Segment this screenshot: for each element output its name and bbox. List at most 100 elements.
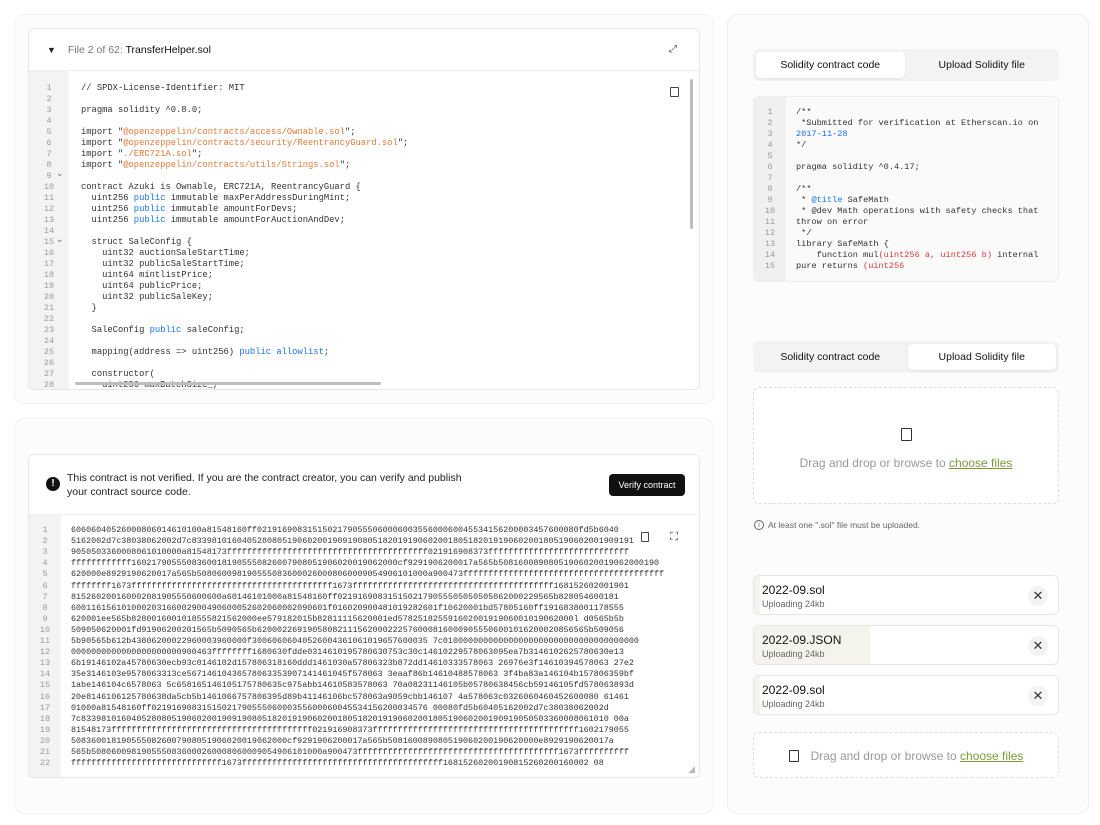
file-item: 2022-09.sol Uploading 24kb ✕ bbox=[753, 675, 1059, 715]
line-number: 18 bbox=[43, 270, 55, 280]
line-number: 26 bbox=[43, 358, 55, 368]
code-line: 01000a81548160ff021916908315150217905550… bbox=[71, 702, 609, 713]
remove-file-icon[interactable]: ✕ bbox=[1028, 686, 1048, 706]
line-number: 6 bbox=[42, 580, 48, 591]
code-line: uint64 mintlistPrice; bbox=[81, 270, 213, 280]
code-line: 6001161561010002031660029004906000526020… bbox=[71, 602, 624, 613]
line-number: 5 bbox=[42, 569, 48, 580]
vertical-scrollbar[interactable] bbox=[690, 79, 693, 229]
line-number: 19 bbox=[39, 724, 51, 735]
code-line: ffffffffffffffffffffffffffffff1673ffffff… bbox=[71, 758, 604, 769]
bytecode-area: 1 60606040526000806014610100a81548160ff02… bbox=[29, 515, 699, 777]
dropzone[interactable]: Drag and drop or browse to choose files bbox=[753, 387, 1059, 504]
code-line: import "@openzeppelin/contracts/security… bbox=[81, 138, 409, 148]
fold-chevron-icon[interactable]: ⌄ bbox=[56, 168, 64, 179]
resize-handle-icon[interactable]: ◢ bbox=[688, 764, 695, 775]
upload-file-icon bbox=[788, 750, 799, 762]
code-line: uint32 publicSaleStartTime; bbox=[81, 259, 245, 269]
code-line: 35e3146103e9578063313ce56714610436578063… bbox=[71, 669, 634, 680]
code-line: pragma solidity ^0.8.0; bbox=[81, 105, 203, 115]
tab-solidity-code[interactable]: Solidity contract code bbox=[756, 344, 905, 370]
line-number: 17 bbox=[43, 259, 55, 269]
line-number: 7 bbox=[767, 173, 773, 183]
line-number: 1 bbox=[42, 525, 48, 535]
code-line: 0000000000000000000000900463ffffffff1680… bbox=[71, 647, 624, 658]
tab-upload-file[interactable]: Upload Solidity file bbox=[908, 52, 1057, 78]
code-line: library SafeMath { bbox=[796, 239, 889, 249]
line-number: 1 bbox=[767, 107, 773, 117]
line-number: 9 bbox=[42, 613, 48, 624]
code-line: contract Azuki is Ownable, ERC721A, Reen… bbox=[81, 182, 361, 192]
line-number: 15 bbox=[764, 261, 776, 271]
dropzone-text: Drag and drop or browse to choose files bbox=[754, 749, 1058, 763]
remove-file-icon[interactable]: ✕ bbox=[1028, 636, 1048, 656]
code-line: struct SaleConfig { bbox=[81, 237, 192, 247]
line-number: 11 bbox=[43, 193, 55, 203]
line-number: 5 bbox=[767, 151, 773, 161]
upload-hint: i At least one ".sol" file must be uploa… bbox=[754, 520, 920, 530]
choose-files-link[interactable]: choose files bbox=[960, 749, 1023, 763]
code-line: uint32 publicSaleKey; bbox=[81, 292, 213, 302]
file-name: 2022-09.sol bbox=[762, 683, 825, 697]
line-number: 20 bbox=[39, 735, 51, 746]
file-header[interactable]: ▼ File 2 of 62: TransferHelper.sol ⤢ bbox=[29, 29, 699, 71]
fold-chevron-icon[interactable]: ⌄ bbox=[56, 234, 64, 245]
code-line: ffffffff1673ffffffffffffffffffffffffffff… bbox=[71, 580, 629, 591]
dropzone-label: Drag and drop or browse to bbox=[810, 749, 961, 763]
upload-tabs: Solidity contract code Upload Solidity f… bbox=[753, 341, 1059, 373]
line-number: 13 bbox=[43, 215, 55, 225]
code-line: 1abe146104c6578063 5c6581651461051757806… bbox=[71, 680, 634, 691]
horizontal-scrollbar[interactable] bbox=[75, 382, 381, 385]
line-number: 21 bbox=[39, 747, 51, 757]
fullscreen-icon[interactable]: ⛶ bbox=[670, 531, 678, 544]
line-number: 13 bbox=[764, 239, 776, 249]
notice-bar: ! This contract is not verified. If you … bbox=[29, 455, 699, 515]
code-line: 509050620001fd91906200201565b5090565b620… bbox=[71, 624, 624, 635]
line-number: 4 bbox=[767, 140, 773, 150]
line-number: 21 bbox=[43, 303, 55, 313]
line-number: 6 bbox=[46, 138, 52, 148]
tab-solidity-code[interactable]: Solidity contract code bbox=[756, 52, 905, 78]
remove-file-icon[interactable]: ✕ bbox=[1028, 586, 1048, 606]
collapse-caret-icon[interactable]: ▼ bbox=[47, 45, 56, 55]
choose-files-link[interactable]: choose files bbox=[949, 456, 1012, 470]
line-number: 15 bbox=[39, 680, 51, 691]
line-number: 11 bbox=[39, 636, 51, 646]
line-number: 1 bbox=[46, 83, 52, 93]
code-line: import "./ERC721A.sol"; bbox=[81, 149, 203, 159]
line-number: 8 bbox=[767, 184, 773, 194]
file-item: 2022-09.JSON Uploading 24kb ✕ bbox=[753, 625, 1059, 665]
copy-icon[interactable] bbox=[670, 87, 679, 97]
code-line: 5b90565b612b43806200022960003960000f3006… bbox=[71, 636, 639, 646]
line-number: 3 bbox=[767, 129, 773, 139]
expand-icon[interactable]: ⤢ bbox=[669, 44, 677, 55]
line-number: 10 bbox=[764, 206, 776, 216]
line-number: 23 bbox=[43, 325, 55, 335]
line-number: 12 bbox=[39, 647, 51, 658]
verify-contract-button[interactable]: Verify contract bbox=[609, 474, 685, 496]
line-number: 18 bbox=[39, 713, 51, 724]
upload-progress bbox=[754, 576, 761, 614]
code-line: 565b508060098190555083600026000806000905… bbox=[71, 747, 629, 757]
snippet-card: 1 /** 2 *Submitted for verification at Eth… bbox=[753, 96, 1059, 282]
dropzone-label: Drag and drop or browse to bbox=[799, 456, 950, 470]
code-line: 5083600181905550826007908051906020019062… bbox=[71, 735, 614, 746]
file-prefix: File 2 of 62: bbox=[67, 43, 126, 56]
dropzone-text: Drag and drop or browse to choose files bbox=[754, 456, 1058, 470]
code-area: 1 // SPDX-License-Identifier: MIT 2 3 pragma… bbox=[29, 71, 699, 389]
code-line: 815260200160002081905550600600a601461010… bbox=[71, 591, 619, 602]
tab-upload-file[interactable]: Upload Solidity file bbox=[907, 344, 1056, 370]
code-line: uint256 public immutable maxPerAddressDu… bbox=[81, 193, 351, 203]
alert-icon: ! bbox=[46, 477, 60, 491]
code-tabs: Solidity contract code Upload Solidity f… bbox=[753, 49, 1059, 81]
line-number: 12 bbox=[764, 228, 776, 238]
line-number: 4 bbox=[42, 558, 48, 569]
copy-icon[interactable] bbox=[641, 532, 649, 542]
code-line: /** bbox=[796, 107, 812, 117]
small-dropzone[interactable]: Drag and drop or browse to choose files bbox=[753, 732, 1059, 778]
file-name: 2022-09.JSON bbox=[762, 633, 842, 647]
code-line: * @title SafeMath bbox=[796, 195, 889, 205]
code-line: 60606040526000806014610100a81548160ff021… bbox=[71, 525, 619, 535]
code-line: 6b19146102a45780630ecb93c0146102d1578063… bbox=[71, 658, 634, 669]
line-number: 7 bbox=[46, 149, 52, 159]
